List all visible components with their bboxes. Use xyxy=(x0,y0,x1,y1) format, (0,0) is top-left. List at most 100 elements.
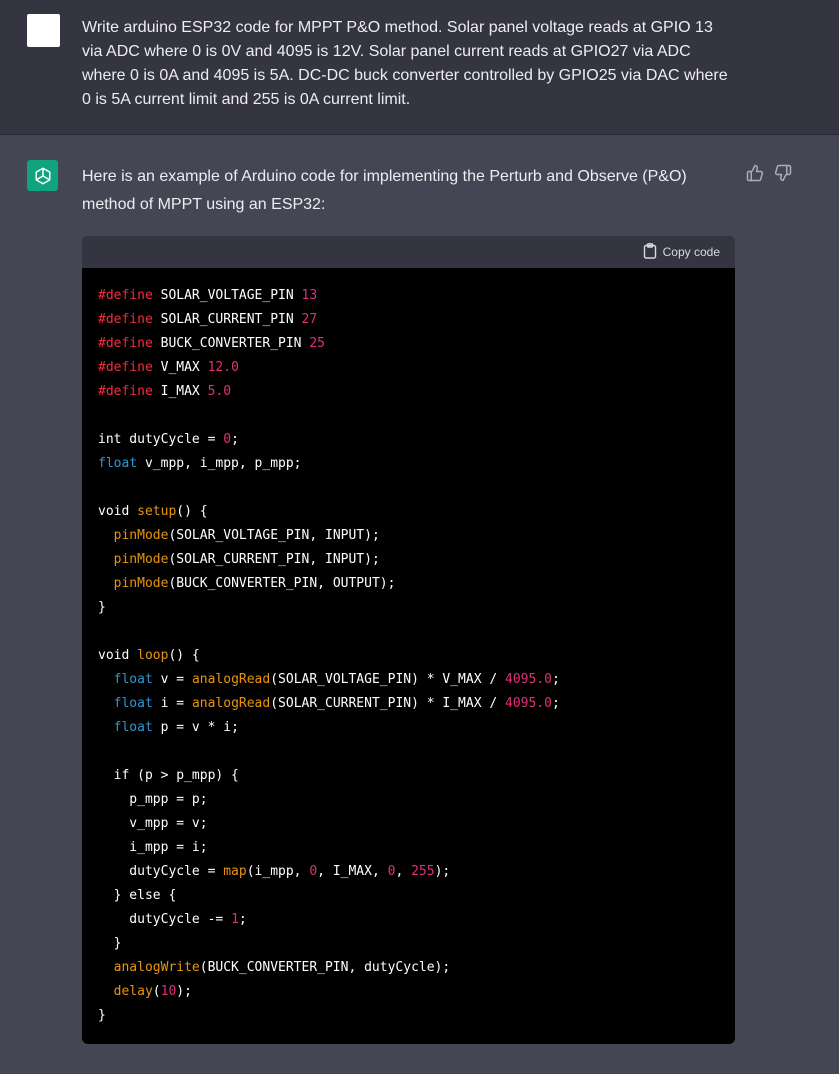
code-line: #define V_MAX 12.0 xyxy=(98,356,719,380)
copy-code-button[interactable]: Copy code xyxy=(643,242,720,262)
code-token: , I_MAX, xyxy=(317,864,388,879)
code-token: void xyxy=(98,504,138,519)
code-token: } xyxy=(98,1008,106,1023)
code-token: SOLAR_VOLTAGE_PIN xyxy=(152,288,302,303)
code-token: ; xyxy=(552,672,560,687)
code-token: #define xyxy=(98,312,153,327)
code-token: loop xyxy=(137,648,169,663)
code-token: 13 xyxy=(301,288,318,303)
assistant-intro-text: Here is an example of Arduino code for i… xyxy=(82,168,687,213)
code-token: ); xyxy=(434,864,451,879)
code-token: pinMode xyxy=(113,552,169,567)
copy-code-label: Copy code xyxy=(662,245,720,259)
code-token: p = v * i; xyxy=(152,720,239,735)
code-token: (SOLAR_VOLTAGE_PIN, INPUT); xyxy=(168,528,380,543)
code-token: () { xyxy=(168,648,200,663)
code-token: SOLAR_CURRENT_PIN xyxy=(152,312,302,327)
code-token: i_mpp = i; xyxy=(98,840,208,855)
clipboard-icon xyxy=(643,242,657,262)
code-token: map xyxy=(223,864,247,879)
code-token: (SOLAR_VOLTAGE_PIN) * V_MAX / xyxy=(270,672,506,687)
code-line: } xyxy=(98,1004,719,1028)
code-line: float v_mpp, i_mpp, p_mpp; xyxy=(98,452,719,476)
code-token: } else { xyxy=(98,888,177,903)
code-token: ; xyxy=(552,696,560,711)
code-line: pinMode(SOLAR_VOLTAGE_PIN, INPUT); xyxy=(98,524,719,548)
user-message-row: Write arduino ESP32 code for MPPT P&O me… xyxy=(0,0,839,135)
code-token: v_mpp = v; xyxy=(98,816,208,831)
code-token: pinMode xyxy=(113,576,169,591)
code-line: analogWrite(BUCK_CONVERTER_PIN, dutyCycl… xyxy=(98,956,719,980)
code-token: int dutyCycle = xyxy=(98,432,224,447)
code-token: 12.0 xyxy=(207,360,239,375)
code-token: ; xyxy=(238,912,247,927)
thumbs-down-icon[interactable] xyxy=(774,164,792,182)
code-line: i_mpp = i; xyxy=(98,836,719,860)
code-token: (SOLAR_CURRENT_PIN, INPUT); xyxy=(168,552,380,567)
code-line: float p = v * i; xyxy=(98,716,719,740)
code-line: p_mpp = p; xyxy=(98,788,719,812)
code-token: delay xyxy=(113,984,153,999)
code-token: analogRead xyxy=(191,672,271,687)
code-line: } xyxy=(98,932,719,956)
assistant-message-row: Here is an example of Arduino code for i… xyxy=(0,135,839,1074)
code-line: int dutyCycle = 0; xyxy=(98,428,719,452)
code-line: dutyCycle = map(i_mpp, 0, I_MAX, 0, 255)… xyxy=(98,860,719,884)
code-token: ); xyxy=(176,984,192,999)
code-token: void xyxy=(98,648,138,663)
code-block: Copy code #define SOLAR_VOLTAGE_PIN 13 #d… xyxy=(82,236,735,1044)
code-token: 10 xyxy=(160,984,177,999)
code-token: float xyxy=(98,456,138,471)
code-token: #define xyxy=(98,288,153,303)
code-line: #define I_MAX 5.0 xyxy=(98,380,719,404)
code-token: (BUCK_CONVERTER_PIN, dutyCycle); xyxy=(199,960,451,975)
code-token: 255 xyxy=(411,864,435,879)
code-token: setup xyxy=(137,504,177,519)
code-token: V_MAX xyxy=(152,360,208,375)
code-token: analogWrite xyxy=(113,960,200,975)
code-token: pinMode xyxy=(113,528,169,543)
code-line: float i = analogRead(SOLAR_CURRENT_PIN) … xyxy=(98,692,719,716)
code-token: p_mpp = p; xyxy=(98,792,208,807)
code-token: 25 xyxy=(309,336,325,351)
code-line: } else { xyxy=(98,884,719,908)
code-token: 27 xyxy=(301,312,318,327)
code-token: () { xyxy=(176,504,208,519)
code-line: void loop() { xyxy=(98,644,719,668)
code-token: 5.0 xyxy=(207,384,232,399)
code-line: #define SOLAR_VOLTAGE_PIN 13 xyxy=(98,284,719,308)
code-line: pinMode(SOLAR_CURRENT_PIN, INPUT); xyxy=(98,548,719,572)
code-token: #define xyxy=(98,360,153,375)
code-token: (i_mpp, xyxy=(246,864,310,879)
code-token: float xyxy=(113,696,153,711)
code-token: } xyxy=(98,936,122,951)
user-avatar xyxy=(27,14,60,47)
code-content: #define SOLAR_VOLTAGE_PIN 13 #define SOLA… xyxy=(82,268,735,1044)
code-token: 0 xyxy=(223,432,232,447)
code-block-header: Copy code xyxy=(82,236,735,268)
code-token: 0 xyxy=(309,864,318,879)
code-token: i = xyxy=(152,696,192,711)
code-token: (BUCK_CONVERTER_PIN, OUTPUT); xyxy=(168,576,396,591)
code-token: ( xyxy=(152,984,161,999)
code-token: float xyxy=(113,672,153,687)
code-token: v_mpp, i_mpp, p_mpp; xyxy=(137,456,302,471)
code-token: 4095.0 xyxy=(505,696,552,711)
thumbs-up-icon[interactable] xyxy=(746,164,764,182)
code-token: dutyCycle -= xyxy=(98,912,232,927)
code-line: } xyxy=(98,596,719,620)
code-token: , xyxy=(395,864,412,879)
code-token: analogRead xyxy=(191,696,271,711)
code-token: #define xyxy=(98,336,153,351)
